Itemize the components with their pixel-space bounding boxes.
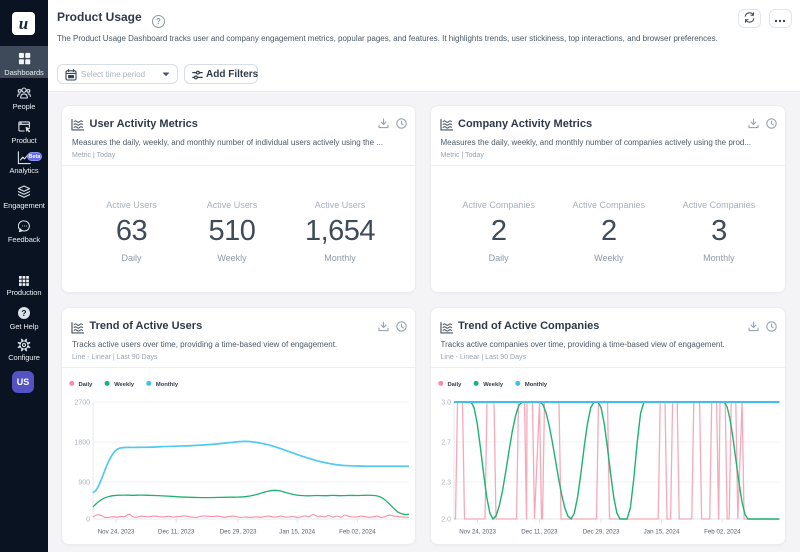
- svg-text:Weekly: Weekly: [483, 382, 504, 388]
- svg-text:Weekly: Weekly: [114, 382, 135, 388]
- svg-text:Feb 02, 2024: Feb 02, 2024: [339, 529, 376, 536]
- svg-text:Dec 29, 2023: Dec 29, 2023: [220, 529, 257, 536]
- svg-text:2.7: 2.7: [441, 440, 451, 447]
- svg-text:Feb 02, 2024: Feb 02, 2024: [704, 529, 741, 536]
- svg-text:2.0: 2.0: [441, 517, 451, 524]
- svg-text:3.0: 3.0: [441, 400, 451, 407]
- svg-text:Dec 29, 2023: Dec 29, 2023: [582, 529, 619, 536]
- svg-text:Jan 15, 2024: Jan 15, 2024: [279, 529, 315, 536]
- svg-text:Jan 15, 2024: Jan 15, 2024: [643, 529, 679, 536]
- svg-text:Dec 11, 2023: Dec 11, 2023: [158, 529, 195, 536]
- svg-text:Daily: Daily: [447, 382, 462, 388]
- svg-text:Dec 11, 2023: Dec 11, 2023: [521, 529, 558, 536]
- svg-text:2.3: 2.3: [441, 480, 451, 487]
- svg-text:0: 0: [86, 517, 90, 524]
- svg-text:900: 900: [78, 480, 90, 487]
- svg-text:Daily: Daily: [79, 382, 94, 388]
- svg-text:2700: 2700: [74, 400, 90, 407]
- svg-text:Nov 24, 2023: Nov 24, 2023: [98, 529, 135, 536]
- svg-text:1800: 1800: [74, 440, 90, 447]
- svg-text:Monthly: Monthly: [524, 382, 547, 388]
- svg-text:?: ?: [21, 308, 26, 318]
- svg-text:Nov 24, 2023: Nov 24, 2023: [459, 529, 496, 536]
- svg-text:Monthly: Monthly: [156, 382, 179, 388]
